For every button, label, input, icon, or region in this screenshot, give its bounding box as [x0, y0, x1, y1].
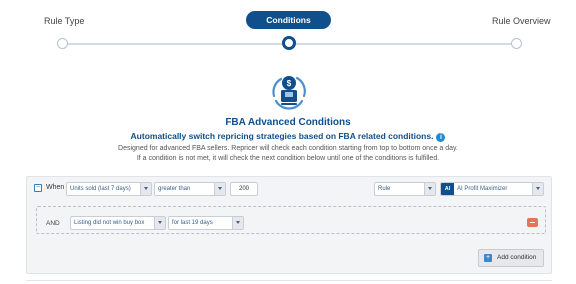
condition-metric-select[interactable]: Units sold (last 7 days): [66, 182, 152, 196]
collapse-condition-button[interactable]: −: [34, 184, 42, 192]
strategy-select[interactable]: AI AI Profit Maximizer: [440, 182, 544, 196]
chevron-down-icon[interactable]: [154, 217, 165, 229]
chevron-down-icon[interactable]: [232, 217, 243, 229]
stepper-track-right: [294, 43, 511, 45]
condition-metric-value: Units sold (last 7 days): [70, 186, 131, 192]
add-condition-button[interactable]: + Add condition: [478, 249, 544, 267]
add-condition-label: Add condition: [497, 254, 537, 261]
step-2-dot-active[interactable]: [282, 36, 296, 50]
chevron-down-icon[interactable]: [532, 183, 543, 195]
and-period-select[interactable]: for last 19 days: [168, 216, 244, 230]
chevron-down-icon[interactable]: [214, 183, 225, 195]
and-label: AND: [46, 220, 60, 227]
step-1-dot[interactable]: [57, 38, 68, 49]
remove-condition-button[interactable]: [527, 218, 538, 227]
condition-operator-value: greater than: [158, 186, 191, 192]
stepper-track-left: [66, 43, 282, 45]
fba-box-dollar-icon: $: [268, 72, 310, 112]
subtitle-text: Automatically switch repricing strategie…: [130, 131, 434, 141]
description-line-2: If a condition is not met, it will check…: [136, 155, 440, 162]
step-conditions-active[interactable]: Conditions: [246, 11, 331, 29]
action-type-select[interactable]: Rule: [374, 182, 436, 196]
info-icon[interactable]: i: [436, 133, 446, 142]
page-subtitle: Automatically switch repricing strategie…: [0, 131, 576, 142]
step-rule-overview[interactable]: Rule Overview: [492, 16, 551, 26]
and-period-value: for last 19 days: [172, 220, 213, 226]
condition-value-input[interactable]: 200: [230, 182, 258, 196]
and-metric-value: Listing did not win buy box: [74, 220, 145, 226]
action-type-value: Rule: [378, 186, 391, 192]
strategy-value: AI Profit Maximizer: [457, 186, 508, 192]
chevron-down-icon[interactable]: [424, 183, 435, 195]
ai-badge: AI: [441, 183, 454, 195]
step-3-dot[interactable]: [511, 38, 522, 49]
page-title: FBA Advanced Conditions: [225, 117, 351, 128]
svg-text:$: $: [287, 79, 292, 88]
step-rule-type[interactable]: Rule Type: [44, 16, 84, 26]
when-label: When: [46, 184, 65, 191]
plus-icon: +: [484, 254, 492, 262]
description-line-1: Designed for advanced FBA sellers. Repri…: [118, 145, 458, 152]
and-metric-select[interactable]: Listing did not win buy box: [70, 216, 166, 230]
chevron-down-icon[interactable]: [140, 183, 151, 195]
condition-operator-select[interactable]: greater than: [154, 182, 226, 196]
divider: [26, 280, 552, 281]
